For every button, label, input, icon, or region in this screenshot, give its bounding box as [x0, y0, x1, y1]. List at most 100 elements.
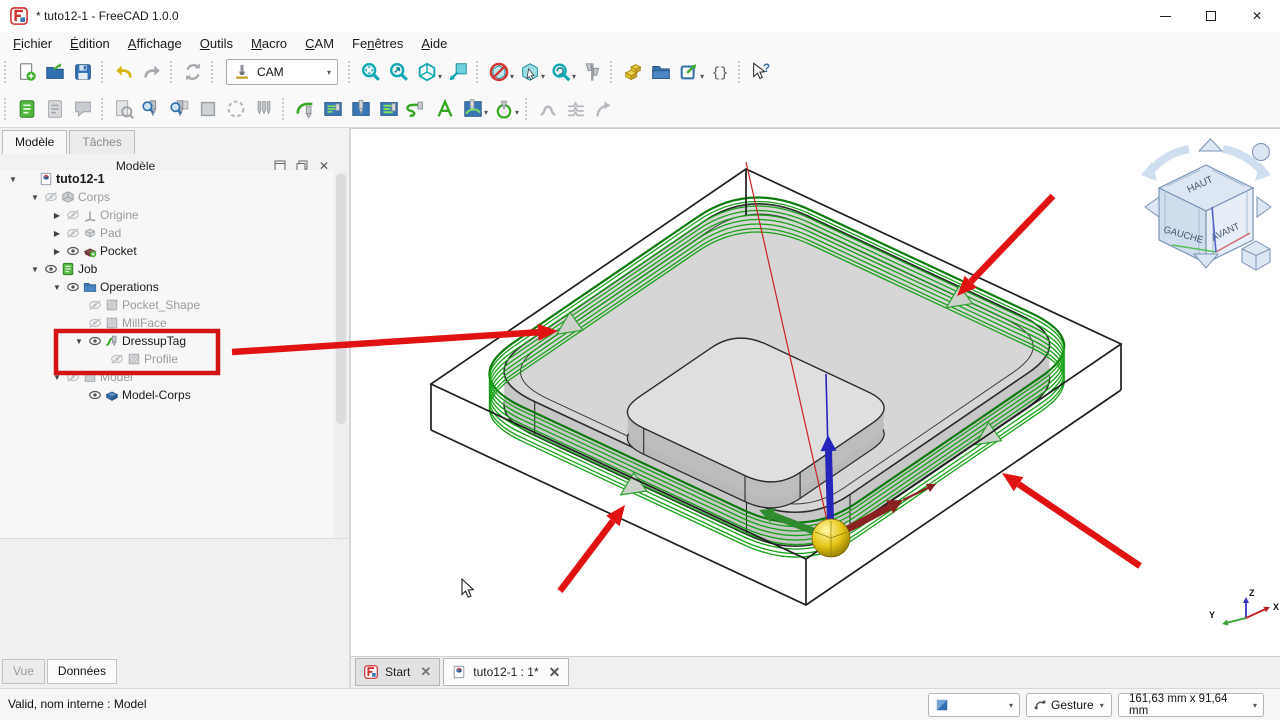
toolbar-grip[interactable]: [170, 61, 176, 83]
expander-icon[interactable]: ▼: [28, 193, 42, 202]
navcube-down-triangle[interactable]: [1194, 254, 1218, 268]
toolbar-op-engrave-button[interactable]: [431, 95, 459, 123]
toolbar-macro-braces-button[interactable]: {}: [706, 58, 734, 86]
tree-item-job[interactable]: ▼Job: [0, 260, 334, 278]
toolbar-op-helix-button[interactable]: [403, 95, 431, 123]
tree-item-millface[interactable]: MillFace: [0, 314, 334, 332]
expander-icon[interactable]: ▶: [50, 211, 64, 220]
menu-fentres[interactable]: Fenêtres: [343, 34, 412, 53]
toolbar-redo-button[interactable]: [138, 58, 166, 86]
tab-vue[interactable]: Vue: [2, 659, 45, 684]
toolbar-op-profile-button[interactable]: [291, 95, 319, 123]
eye-hidden-icon[interactable]: [86, 298, 103, 312]
eye-hidden-icon[interactable]: [42, 190, 59, 204]
toolbar-op-3dsurface-button[interactable]: [459, 95, 487, 123]
eye-visible-icon[interactable]: [42, 262, 59, 276]
toolbar-new-file-button[interactable]: [13, 58, 41, 86]
mdi-tab-document-close-icon[interactable]: ✕: [549, 664, 561, 681]
minimize-button[interactable]: [1142, 0, 1188, 32]
toolbar-dressup-lead-button[interactable]: [590, 95, 618, 123]
tree-item-model-corps[interactable]: Model-Corps: [0, 386, 334, 404]
toolbar-undo-button[interactable]: [110, 58, 138, 86]
navcube-circle-button[interactable]: [1253, 144, 1270, 161]
toolbar-create-stock-button[interactable]: [619, 58, 647, 86]
toolbar-group-button[interactable]: [647, 58, 675, 86]
toolbar-toolbit-dock-button[interactable]: [138, 95, 166, 123]
toolbar-toolcontroller-button[interactable]: [250, 95, 278, 123]
toolbar-op-drilling-button[interactable]: [347, 95, 375, 123]
eye-visible-icon[interactable]: [86, 334, 103, 348]
tree-item-operations[interactable]: ▼Operations: [0, 278, 334, 296]
mdi-tab-start-close-icon[interactable]: ✕: [420, 664, 431, 680]
toolbar-grip[interactable]: [348, 61, 354, 83]
tree-item-pocket[interactable]: ▶Pocket: [0, 242, 334, 260]
toolbar-grip[interactable]: [211, 61, 217, 83]
expander-icon[interactable]: ▼: [50, 373, 64, 382]
toolbar-grip[interactable]: [610, 61, 616, 83]
eye-hidden-icon[interactable]: [64, 370, 81, 384]
tab-donnees[interactable]: Données: [47, 659, 117, 684]
toolbar-grip[interactable]: [101, 98, 107, 120]
eye-visible-icon[interactable]: [86, 388, 103, 402]
eye-hidden-icon[interactable]: [64, 226, 81, 240]
3d-viewport[interactable]: HAUTGAUCHEAVANTZYX: [351, 128, 1280, 656]
menu-outils[interactable]: Outils: [191, 34, 242, 53]
mdi-tab-start[interactable]: Start ✕: [355, 658, 440, 686]
toolbar-inspect-gcode-button[interactable]: [110, 95, 138, 123]
tree-item-pocket-shape[interactable]: Pocket_Shape: [0, 296, 334, 314]
toolbar-dressup-dogbone-button[interactable]: [534, 95, 562, 123]
unit-schema-combo[interactable]: ▾: [928, 693, 1020, 717]
tree-item-dressuptag[interactable]: ▼DressupTag: [0, 332, 334, 350]
expander-icon[interactable]: ▼: [6, 175, 20, 184]
navcube-up-triangle[interactable]: [1199, 139, 1222, 151]
eye-hidden-icon[interactable]: [64, 208, 81, 222]
expander-icon[interactable]: ▼: [72, 337, 86, 346]
tree-item-origine[interactable]: ▶Origine: [0, 206, 334, 224]
menu-macro[interactable]: Macro: [242, 34, 296, 53]
expander-icon[interactable]: ▶: [50, 229, 64, 238]
toolbar-whats-this-button[interactable]: ?: [747, 58, 775, 86]
rotate-left-arrow-icon[interactable]: [1149, 149, 1189, 173]
toolbar-grip[interactable]: [282, 98, 288, 120]
toolbar-cam-job-button[interactable]: [13, 95, 41, 123]
toolbar-measure-button[interactable]: [578, 58, 606, 86]
toolbar-grip[interactable]: [738, 61, 744, 83]
tree-item-corps[interactable]: ▼Corps: [0, 188, 334, 206]
eye-visible-icon[interactable]: [64, 280, 81, 294]
tab-modele[interactable]: Modèle: [2, 130, 67, 154]
close-button[interactable]: ✕: [1234, 0, 1280, 32]
toolbar-zoom-tools-button[interactable]: [547, 58, 575, 86]
toolbar-align-view-button[interactable]: [444, 58, 472, 86]
navcube-right-triangle[interactable]: [1257, 197, 1271, 217]
toolbar-grip[interactable]: [4, 98, 10, 120]
toolbar-op-pocket-button[interactable]: [319, 95, 347, 123]
menu-aide[interactable]: Aide: [412, 34, 456, 53]
tree-item-profile[interactable]: Profile: [0, 350, 334, 368]
toolbar-zoom-selection-button[interactable]: [385, 58, 413, 86]
menu-dition[interactable]: Édition: [61, 34, 119, 53]
navigation-style-combo[interactable]: Gesture ▾: [1026, 693, 1112, 717]
toolbar-simulator-button[interactable]: [222, 95, 250, 123]
toolbar-toolbit-library-button[interactable]: [166, 95, 194, 123]
eye-hidden-icon[interactable]: [86, 316, 103, 330]
eye-hidden-icon[interactable]: [108, 352, 125, 366]
toolbar-simulator-stock-button[interactable]: [194, 95, 222, 123]
menu-affichage[interactable]: Affichage: [119, 34, 191, 53]
workbench-selector[interactable]: CAM▾: [226, 59, 338, 85]
dimension-combo[interactable]: 161,63 mm x 91,64 mm ▾: [1118, 693, 1264, 717]
toolbar-grip[interactable]: [476, 61, 482, 83]
title-bar[interactable]: * tuto12-1 - FreeCAD 1.0.0 ✕: [0, 0, 1280, 32]
3d-scene[interactable]: HAUTGAUCHEAVANTZYX: [351, 129, 1280, 657]
tree-scrollbar-thumb[interactable]: [336, 174, 346, 424]
tree-item-pad[interactable]: ▶Pad: [0, 224, 334, 242]
navigation-cube[interactable]: HAUTGAUCHEAVANT: [1141, 139, 1271, 270]
toolbar-save-file-button[interactable]: [69, 58, 97, 86]
toolbar-export-button[interactable]: [675, 58, 703, 86]
menu-cam[interactable]: CAM: [296, 34, 343, 53]
menu-fichier[interactable]: Fichier: [4, 34, 61, 53]
toolbar-post-process-button[interactable]: [41, 95, 69, 123]
toolbar-grip[interactable]: [101, 61, 107, 83]
toolbar-op-vcarve-button[interactable]: [490, 95, 518, 123]
toolbar-grip[interactable]: [525, 98, 531, 120]
toolbar-open-file-button[interactable]: [41, 58, 69, 86]
